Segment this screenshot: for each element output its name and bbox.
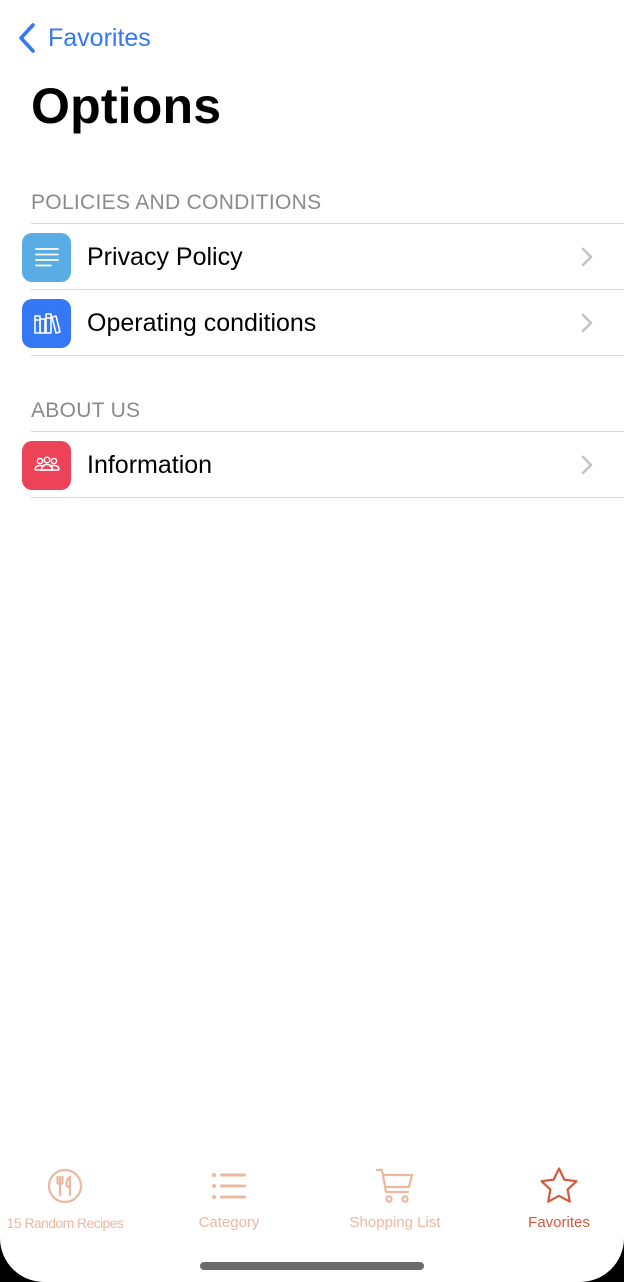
tab-favorites[interactable]: Favorites [494, 1150, 624, 1240]
row-label: Privacy Policy [87, 243, 243, 271]
back-button[interactable]: Favorites [16, 20, 151, 56]
section-header-about-us: ABOUT US [31, 399, 141, 422]
tab-label: Category [198, 1214, 260, 1231]
back-button-label: Favorites [48, 24, 151, 52]
divider [31, 355, 624, 356]
group-people-icon [22, 440, 71, 490]
row-label: Operating conditions [87, 309, 317, 337]
tab-category[interactable]: Category [164, 1150, 294, 1240]
books-icon [22, 298, 71, 348]
tab-shopping-list[interactable]: Shopping List [330, 1150, 460, 1240]
star-icon [540, 1167, 578, 1203]
row-operating-conditions[interactable]: Operating conditions [0, 290, 624, 356]
document-lines-icon [22, 232, 71, 282]
page-title: Options [31, 78, 222, 134]
tab-label: Shopping List [349, 1214, 441, 1231]
row-information[interactable]: Information [0, 432, 624, 498]
home-indicator[interactable] [200, 1262, 424, 1270]
tab-bar: 15 Random Recipes Category Shopping List… [0, 1150, 624, 1250]
tab-label: Favorites [528, 1214, 590, 1231]
row-privacy-policy[interactable]: Privacy Policy [0, 224, 624, 290]
options-screen: Favorites Options POLICIES AND CONDITION… [0, 0, 624, 1282]
tab-label: 15 Random Recipes [6, 1215, 124, 1231]
tab-random-recipes[interactable]: 15 Random Recipes [0, 1150, 130, 1240]
list-icon [212, 1173, 246, 1199]
chevron-left-icon [19, 23, 35, 53]
section-header-policies: POLICIES AND CONDITIONS [31, 191, 322, 214]
divider [31, 497, 624, 498]
row-label: Information [87, 451, 213, 479]
chevron-right-icon [581, 313, 593, 333]
cart-icon [375, 1168, 414, 1203]
plate-cutlery-icon [47, 1168, 83, 1204]
chevron-right-icon [581, 455, 593, 475]
chevron-right-icon [581, 247, 593, 267]
